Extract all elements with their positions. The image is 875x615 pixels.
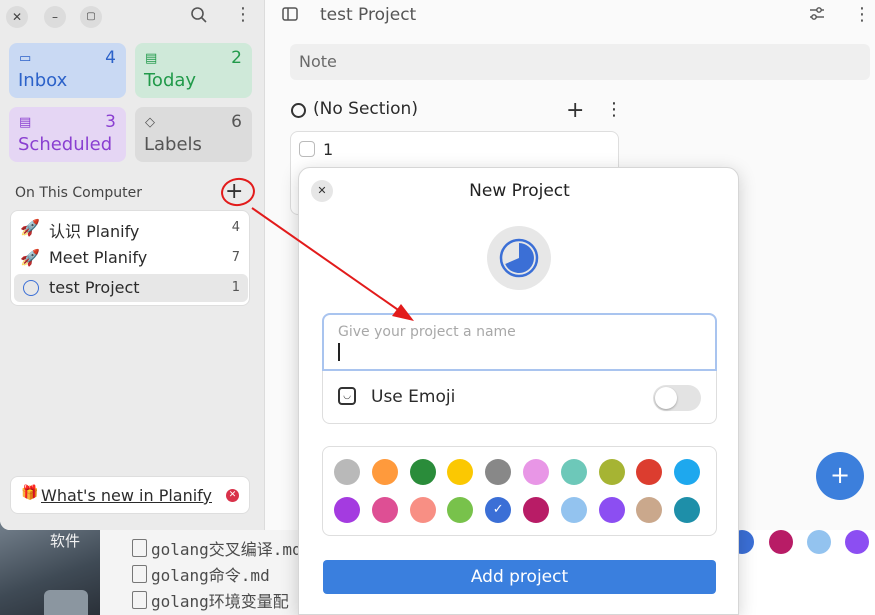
more-menu-icon[interactable]: ⋮ (853, 4, 871, 25)
color-swatch[interactable] (598, 459, 625, 485)
bg-swatch (845, 530, 869, 554)
color-swatch[interactable] (598, 497, 625, 523)
search-icon[interactable] (190, 6, 208, 28)
file-item[interactable]: golang环境变量配 (132, 588, 289, 612)
color-swatch[interactable] (636, 497, 663, 523)
file-item[interactable]: golang命令.md (132, 562, 270, 586)
emoji-smile-icon: ◡ (338, 387, 356, 405)
project-progress-icon[interactable] (487, 226, 551, 290)
desktop-folder-label: 软件 (50, 532, 81, 550)
add-project-button[interactable]: Add project (323, 560, 716, 594)
color-swatch[interactable] (371, 497, 398, 523)
project-name-input[interactable]: Give your project a name (322, 313, 717, 371)
task-checkbox[interactable] (299, 141, 315, 157)
tile-count: 4 (105, 48, 116, 68)
color-swatch[interactable] (334, 459, 360, 485)
color-swatch[interactable] (523, 497, 549, 523)
color-swatch[interactable] (523, 459, 549, 485)
color-swatch[interactable] (409, 459, 436, 485)
color-swatch[interactable] (334, 497, 360, 523)
tile-label: Scheduled (18, 134, 113, 155)
project-name: test Project (49, 278, 140, 297)
use-emoji-toggle[interactable] (653, 385, 701, 411)
use-emoji-row: ◡ Use Emoji (322, 371, 717, 424)
dialog-title: New Project (469, 181, 570, 201)
section-more-icon[interactable]: ⋮ (605, 99, 623, 120)
close-icon[interactable]: ✕ (6, 6, 28, 28)
new-project-dialog: ✕ New Project Give your project a name ◡… (298, 167, 739, 615)
task-title: 1 (323, 140, 334, 159)
background-color-swatches (730, 530, 875, 560)
project-ring-icon (23, 280, 39, 296)
rocket-icon: 🚀 (20, 248, 40, 267)
file-list: golang交叉编译.md golang命令.md golang环境变量配 (100, 530, 302, 615)
minimize-icon[interactable]: – (44, 6, 66, 28)
whats-new-link[interactable]: What's new in Planify (41, 486, 212, 505)
tag-icon: ◇ (145, 115, 155, 130)
color-swatch[interactable] (560, 459, 587, 485)
toggle-knob (655, 387, 677, 409)
rocket-icon: 🚀 (20, 218, 40, 237)
color-swatch[interactable]: ✓ (485, 497, 512, 523)
color-swatch[interactable] (447, 497, 474, 523)
name-placeholder: Give your project a name (338, 324, 516, 340)
color-swatch[interactable] (674, 459, 701, 485)
tile-labels[interactable]: ◇ 6 Labels (135, 107, 252, 162)
use-emoji-label: Use Emoji (371, 387, 456, 407)
project-count: 7 (231, 250, 240, 265)
sidebar-toggle-icon[interactable] (282, 6, 298, 26)
drive-icon (44, 590, 88, 615)
maximize-icon[interactable]: ▢ (80, 6, 102, 28)
calendar-icon: ▤ (19, 115, 32, 130)
project-name: 认识 Planify (49, 222, 140, 241)
sidebar: ✕ – ▢ ⋮ ▭ 4 Inbox ▤ 2 Today ▤ 3 Schedule… (0, 0, 265, 530)
tile-count: 2 (231, 48, 242, 68)
color-swatch[interactable] (674, 497, 701, 523)
tile-inbox[interactable]: ▭ 4 Inbox (9, 43, 126, 98)
gift-icon: 🎁 (21, 485, 39, 501)
tile-label: Inbox (18, 70, 68, 91)
whats-new-banner[interactable]: 🎁 What's new in Planify ✕ (10, 476, 250, 514)
project-item[interactable]: 🚀 认识 Planify 4 (14, 214, 248, 242)
color-swatch[interactable] (409, 497, 436, 523)
project-list: 🚀 认识 Planify 4 🚀 Meet Planify 7 test Pro… (10, 210, 250, 306)
filter-settings-icon[interactable] (808, 6, 826, 26)
file-item[interactable]: golang交叉编译.md (132, 536, 302, 560)
desktop-folder-icon[interactable]: 软件 (0, 530, 100, 615)
color-swatch[interactable] (371, 459, 398, 485)
tile-count: 3 (105, 112, 116, 132)
calendar-today-icon: ▤ (145, 51, 158, 66)
tile-count: 6 (231, 112, 242, 132)
tile-today[interactable]: ▤ 2 Today (135, 43, 252, 98)
add-task-icon[interactable]: + (566, 98, 584, 123)
add-task-fab[interactable]: + (816, 452, 864, 500)
page-title: test Project (320, 5, 417, 25)
project-count: 4 (231, 220, 240, 235)
more-menu-icon[interactable]: ⋮ (234, 4, 252, 25)
section-title-local: On This Computer (15, 185, 142, 201)
color-picker: ✓ (322, 446, 717, 536)
section-title: (No Section) (313, 99, 418, 119)
color-swatch[interactable] (560, 497, 587, 523)
tile-label: Labels (144, 134, 202, 155)
color-swatch[interactable] (447, 459, 474, 485)
section-ring-icon (291, 103, 306, 118)
dismiss-icon[interactable]: ✕ (226, 489, 239, 502)
color-swatch[interactable] (485, 459, 512, 485)
bg-swatch (807, 530, 831, 554)
inbox-icon: ▭ (19, 51, 32, 66)
project-count: 1 (231, 280, 240, 295)
project-item[interactable]: 🚀 Meet Planify 7 (14, 244, 248, 272)
color-swatch[interactable] (636, 459, 663, 485)
note-placeholder: Note (299, 52, 337, 71)
project-name: Meet Planify (49, 248, 148, 267)
project-item[interactable]: test Project 1 (14, 274, 248, 302)
tile-label: Today (144, 70, 197, 91)
bg-swatch (769, 530, 793, 554)
tile-scheduled[interactable]: ▤ 3 Scheduled (9, 107, 126, 162)
note-field[interactable]: Note (290, 44, 870, 80)
text-caret (338, 343, 340, 361)
